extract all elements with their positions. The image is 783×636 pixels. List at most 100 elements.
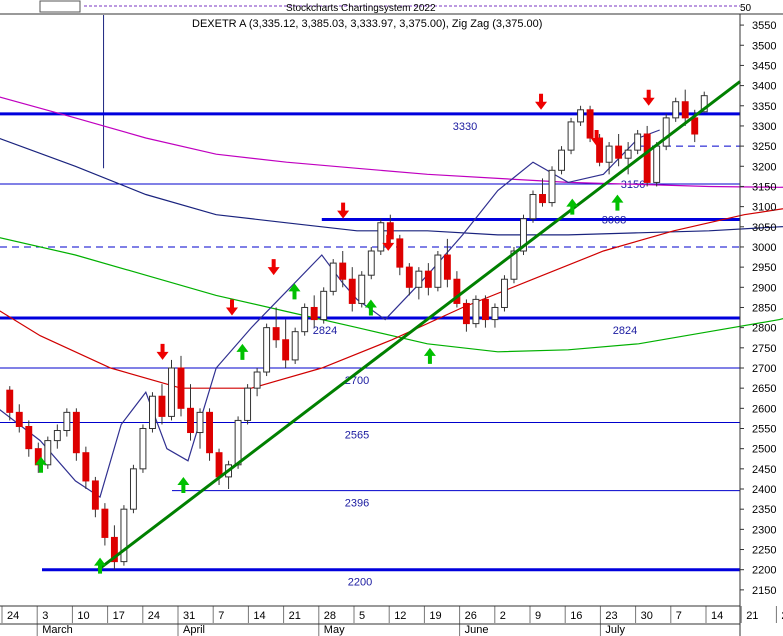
candle xyxy=(501,275,508,312)
candle-body-down xyxy=(615,145,623,159)
date-tick-label: 5 xyxy=(359,610,365,622)
candle-body-up xyxy=(377,222,385,252)
y-tick-label: 2600 xyxy=(752,403,776,415)
candle-body-down xyxy=(462,302,470,325)
month-label: June xyxy=(465,624,489,636)
candle-body-up xyxy=(672,101,680,119)
level-label: 2565 xyxy=(345,429,369,441)
date-tick-label: 23 xyxy=(605,610,617,622)
date-tick-label: 9 xyxy=(535,610,541,622)
y-tick-label: 2750 xyxy=(752,343,776,355)
level-label: 2200 xyxy=(348,577,372,589)
candle xyxy=(558,146,565,175)
candle-body-down xyxy=(72,411,80,454)
y-tick-label: 2650 xyxy=(752,383,776,395)
candle-body-up xyxy=(662,117,670,147)
level-label: 3068 xyxy=(602,215,626,227)
candle xyxy=(72,408,80,461)
candle-body-down xyxy=(339,262,347,280)
date-tick-label: 24 xyxy=(148,610,160,622)
level-label: 3330 xyxy=(453,121,477,133)
candle-body-down xyxy=(272,327,280,341)
legend-text: DEXETR A (3,335.12, 3,385.03, 3,333.97, … xyxy=(192,18,542,30)
candle-body-down xyxy=(206,411,213,454)
y-tick-label: 2550 xyxy=(752,423,776,435)
date-tick-label: 26 xyxy=(465,610,477,622)
candle-body-down xyxy=(282,339,290,361)
candle xyxy=(653,142,661,187)
candle-body-up xyxy=(63,411,71,432)
month-label: April xyxy=(183,624,205,636)
candle xyxy=(358,271,366,308)
level-label: 2396 xyxy=(345,498,369,510)
candle-body-up xyxy=(367,250,375,276)
date-tick-label: 10 xyxy=(77,610,89,622)
candle-body-up xyxy=(472,298,480,325)
y-tick-label: 3200 xyxy=(752,161,776,173)
date-tick-label: 16 xyxy=(570,610,582,622)
candle-body-up xyxy=(53,430,61,442)
candle xyxy=(529,190,537,223)
candle xyxy=(320,287,328,324)
candle-body-up xyxy=(234,419,242,466)
y-tick-label: 3000 xyxy=(752,242,776,254)
candle-body-up xyxy=(168,367,175,417)
candle-body-up xyxy=(291,331,299,361)
level-label: 2824 xyxy=(313,325,337,337)
candle-body-down xyxy=(424,270,432,288)
date-tick-label: 3 xyxy=(42,610,48,622)
candle xyxy=(567,117,575,155)
candle-body-down xyxy=(177,367,185,409)
y-tick-label: 3050 xyxy=(752,222,776,234)
candle-body-down xyxy=(6,389,14,413)
candle-body-up xyxy=(491,306,499,321)
date-tick-label: 24 xyxy=(7,610,19,622)
candle xyxy=(206,408,213,461)
date-tick-label: 17 xyxy=(113,610,125,622)
date-tick-label: 7 xyxy=(676,610,682,622)
candlestick-chart: 3330315630682824 28242700256523962200 215… xyxy=(0,0,783,636)
candle xyxy=(377,218,385,256)
candle xyxy=(301,303,309,336)
candle-body-up xyxy=(529,194,537,220)
candle-body-up xyxy=(301,306,309,333)
y-tick-label: 2350 xyxy=(752,504,776,516)
candle-body-up xyxy=(567,121,575,151)
candle-body-down xyxy=(443,254,451,280)
date-tick-label: 21 xyxy=(746,610,758,622)
y-tick-label: 3400 xyxy=(752,81,776,93)
candle-body-down xyxy=(691,117,699,135)
y-tick-label: 3100 xyxy=(752,202,776,214)
date-tick-label: 28 xyxy=(324,610,336,622)
candle xyxy=(367,246,375,280)
candle-body-up xyxy=(329,262,337,292)
candle-body-down xyxy=(643,133,651,183)
candle-body-down xyxy=(586,109,594,139)
candle xyxy=(434,250,442,292)
date-tick-label: 14 xyxy=(253,610,265,622)
candle-body-up xyxy=(634,133,642,151)
candle-body-up xyxy=(434,254,442,288)
candle-body-up xyxy=(415,270,423,288)
candle xyxy=(643,125,651,187)
y-tick-label: 3450 xyxy=(752,60,776,72)
header-thumbnail xyxy=(39,0,81,13)
candle-body-down xyxy=(25,425,33,450)
candle xyxy=(129,464,137,514)
date-tick-label: 12 xyxy=(394,610,406,622)
candle xyxy=(634,129,642,155)
candle-body-up xyxy=(129,468,137,510)
candle xyxy=(168,359,175,421)
y-tick-label: 3150 xyxy=(752,181,776,193)
candle-body-up xyxy=(196,411,204,434)
candle-body-up xyxy=(149,395,156,429)
y-tick-label: 2700 xyxy=(752,363,776,375)
candle-body-down xyxy=(158,395,166,417)
date-tick-label: 7 xyxy=(218,610,224,622)
date-tick-label: 14 xyxy=(711,610,723,622)
candle-body-down xyxy=(187,407,194,434)
month-label: March xyxy=(42,624,73,636)
candle-body-down xyxy=(348,278,356,304)
candle xyxy=(139,424,147,473)
date-tick-label: 2 xyxy=(500,610,506,622)
